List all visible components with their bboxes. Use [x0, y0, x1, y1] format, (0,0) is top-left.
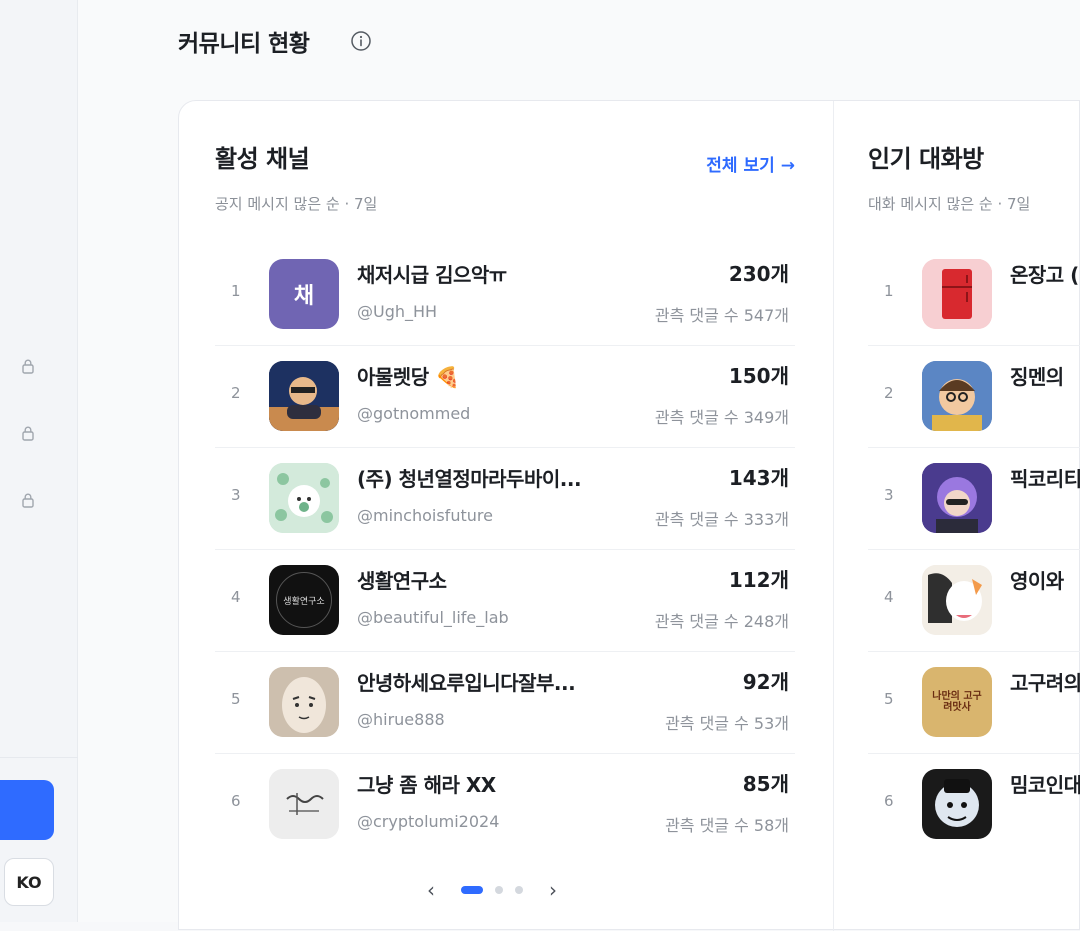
message-count: 112개 — [728, 568, 789, 592]
channel-handle: @hirue888 — [357, 710, 445, 729]
avatar — [269, 463, 339, 533]
chat-name: 징멘의 — [1010, 365, 1064, 389]
channel-row[interactable]: 1 채 채저시급 김으악ㅠ @Ugh_HH 230개 관측 댓글 수 547개 — [215, 244, 795, 346]
rank: 3 — [231, 486, 241, 504]
avatar-text: 채 — [293, 284, 315, 309]
panel-title: 인기 대화방 — [868, 145, 984, 173]
avatar — [269, 769, 339, 839]
rank: 1 — [884, 282, 894, 300]
rank: 3 — [884, 486, 894, 504]
avatar — [922, 565, 992, 635]
avatar-badge: 생활연구소 — [276, 572, 332, 628]
comment-count: 관측 댓글 수 547개 — [654, 306, 789, 325]
arrow-right-icon: → — [780, 156, 795, 176]
page-title: 커뮤니티 현황 — [178, 31, 310, 57]
rank: 4 — [231, 588, 241, 606]
rank: 1 — [231, 282, 241, 300]
panel-title: 활성 채널 — [215, 145, 310, 173]
panel-subtitle: 공지 메시지 많은 순 · 7일 — [215, 195, 378, 213]
channel-name: 채저시급 김으악ㅠ — [357, 263, 507, 287]
rank: 2 — [884, 384, 894, 402]
channel-name: (주) 청년열정마라두바이... — [357, 467, 582, 491]
avatar — [922, 259, 992, 329]
channel-name: 생활연구소 — [357, 569, 447, 593]
channel-handle: @Ugh_HH — [357, 302, 438, 321]
lock-icon — [20, 425, 36, 441]
channel-handle: @minchoisfuture — [357, 506, 493, 525]
channel-handle: @gotnommed — [357, 404, 471, 423]
message-count: 85개 — [742, 772, 789, 796]
page-dot[interactable] — [495, 886, 503, 894]
avatar: 나만의 고구려맛사 — [922, 667, 992, 737]
page-dot[interactable] — [515, 886, 523, 894]
popular-chats-panel: 인기 대화방 대화 메시지 많은 순 · 7일 1 온장고 ( 2 징멘의 3 — [834, 101, 1080, 931]
info-icon[interactable] — [350, 30, 372, 52]
see-all-label: 전체 보기 — [706, 156, 775, 176]
comment-count: 관측 댓글 수 248개 — [654, 612, 789, 631]
channel-row[interactable]: 6 그냥 좀 해라 XX @cryptolumi2024 85개 관측 댓글 수… — [215, 754, 795, 856]
lock-icon — [20, 358, 36, 374]
avatar — [922, 361, 992, 431]
channel-handle: @beautiful_life_lab — [357, 608, 509, 627]
community-card: 활성 채널 전체 보기 → 공지 메시지 많은 순 · 7일 1 채 채저시급 김… — [178, 100, 1080, 931]
rank: 5 — [884, 690, 894, 708]
channel-row[interactable]: 3 (주) 청년열정마라두바이... @minchoisfuture 143개 … — [215, 448, 795, 550]
chat-row[interactable]: 1 온장고 ( — [868, 244, 1080, 346]
chat-name: 고구려의 — [1010, 671, 1080, 695]
chat-name: 픽코리티 — [1010, 467, 1080, 491]
chevron-right-icon[interactable]: › — [549, 878, 557, 902]
rank: 6 — [231, 792, 241, 810]
chat-row[interactable]: 6 밈코인대 — [868, 754, 1080, 856]
message-count: 230개 — [728, 262, 789, 286]
message-count: 150개 — [728, 364, 789, 388]
rank: 6 — [884, 792, 894, 810]
channel-name: 아물렛당 🍕 — [357, 365, 460, 389]
comment-count: 관측 댓글 수 53개 — [665, 714, 789, 733]
chevron-left-icon[interactable]: ‹ — [427, 878, 435, 902]
avatar — [269, 667, 339, 737]
avatar — [922, 769, 992, 839]
rank: 5 — [231, 690, 241, 708]
chat-row[interactable]: 4 영이와 — [868, 550, 1080, 652]
chat-name: 밈코인대 — [1010, 773, 1080, 797]
comment-count: 관측 댓글 수 58개 — [665, 816, 789, 835]
chat-row[interactable]: 2 징멘의 — [868, 346, 1080, 448]
sidebar-divider — [0, 757, 78, 758]
comment-count: 관측 댓글 수 349개 — [654, 408, 789, 427]
language-button[interactable]: KO — [4, 858, 54, 906]
page-dot-active[interactable] — [461, 886, 483, 894]
chat-name: 영이와 — [1010, 569, 1064, 593]
message-count: 92개 — [742, 670, 789, 694]
rank: 2 — [231, 384, 241, 402]
chat-name: 온장고 ( — [1010, 263, 1079, 287]
rank: 4 — [884, 588, 894, 606]
avatar-text: 생활연구소 — [283, 596, 325, 607]
comment-count: 관측 댓글 수 333개 — [654, 510, 789, 529]
panel-subtitle: 대화 메시지 많은 순 · 7일 — [868, 195, 1031, 213]
active-channels-panel: 활성 채널 전체 보기 → 공지 메시지 많은 순 · 7일 1 채 채저시급 김… — [179, 101, 833, 931]
lock-icon — [20, 492, 36, 508]
main-content: 커뮤니티 현황 활성 채널 전체 보기 → 공지 메시지 많은 순 · 7일 1 … — [78, 0, 1080, 931]
page-dots — [461, 886, 523, 894]
chat-row[interactable]: 3 픽코리티 — [868, 448, 1080, 550]
channel-name: 안녕하세요루입니다잘부... — [357, 671, 576, 695]
see-all-link[interactable]: 전체 보기 → — [706, 151, 795, 176]
sidebar: KO — [0, 0, 78, 922]
avatar-text: 나만의 고구려맛사 — [932, 690, 982, 714]
message-count: 143개 — [728, 466, 789, 490]
avatar — [269, 361, 339, 431]
channel-name: 그냥 좀 해라 XX — [357, 773, 496, 797]
avatar — [922, 463, 992, 533]
avatar: 생활연구소 — [269, 565, 339, 635]
primary-action-button[interactable] — [0, 780, 54, 840]
channel-row[interactable]: 5 안녕하세요루입니다잘부... @hirue888 92개 관측 댓글 수 5… — [215, 652, 795, 754]
avatar: 채 — [269, 259, 339, 329]
channel-handle: @cryptolumi2024 — [357, 812, 500, 831]
channel-row[interactable]: 2 아물렛당 🍕 @gotnommed 150개 관측 댓글 수 349개 — [215, 346, 795, 448]
chat-row[interactable]: 5 나만의 고구려맛사 고구려의 — [868, 652, 1080, 754]
channel-row[interactable]: 4 생활연구소 생활연구소 @beautiful_life_lab 112개 관… — [215, 550, 795, 652]
pagination: ‹ › — [427, 875, 557, 905]
